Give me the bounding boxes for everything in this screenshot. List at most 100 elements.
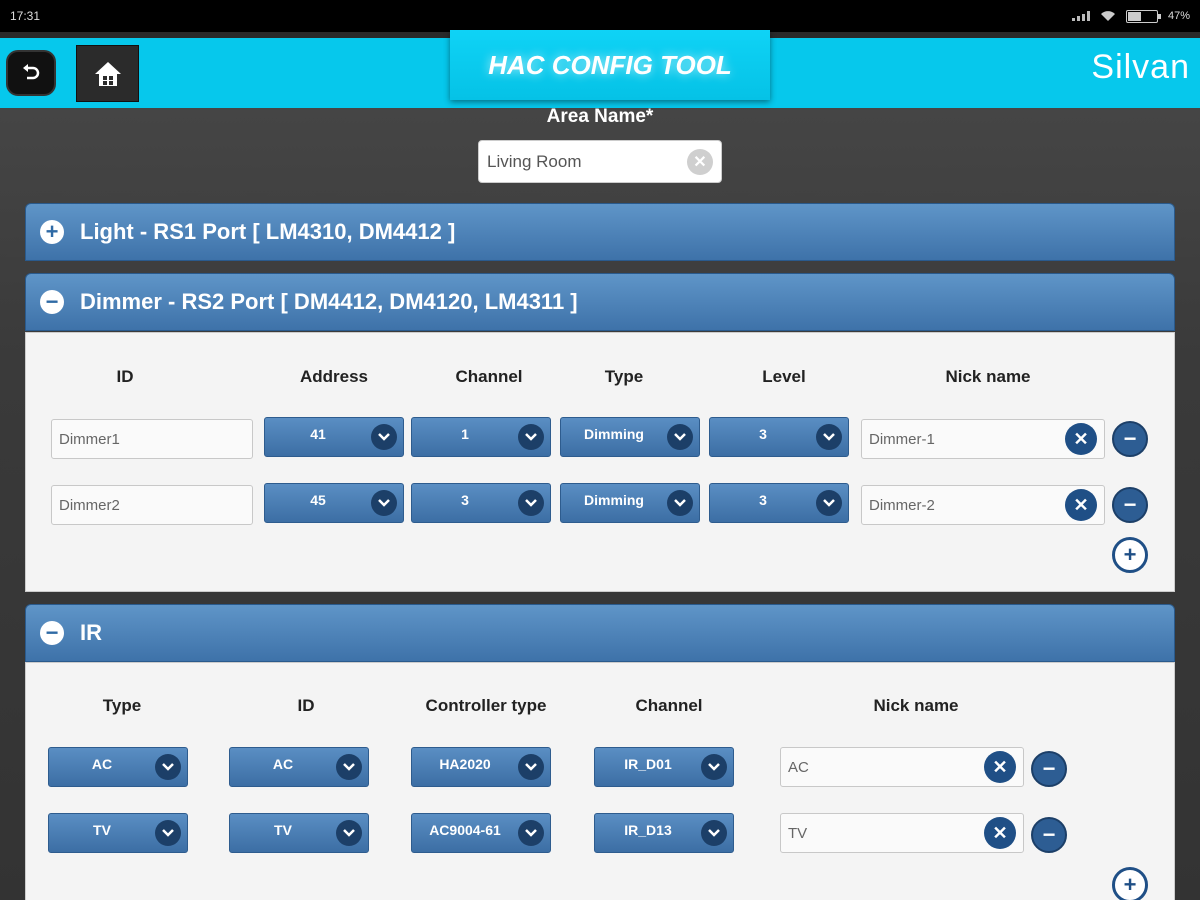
col-nickname: Nick name — [945, 367, 1031, 386]
ir-panel-body: Type ID Controller type Channel Nick nam… — [25, 662, 1175, 900]
chevron-down-icon — [816, 424, 842, 450]
ir-nickname-field[interactable]: AC ✕ — [780, 747, 1024, 787]
select-value: 3 — [759, 492, 767, 508]
type-select[interactable]: Dimming — [560, 417, 700, 457]
chevron-down-icon — [155, 754, 181, 780]
ir-type-select[interactable]: TV — [48, 813, 188, 853]
status-time: 17:31 — [10, 9, 41, 23]
address-select[interactable]: 41 — [264, 417, 404, 457]
back-arrow-icon — [23, 64, 40, 80]
add-row-button[interactable]: + — [1112, 537, 1148, 573]
remove-row-button[interactable]: − — [1031, 751, 1067, 787]
select-value: 3 — [759, 426, 767, 442]
dimmer-id-field[interactable]: Dimmer2 — [51, 485, 253, 525]
chevron-down-icon — [155, 820, 181, 846]
plus-icon: + — [1123, 542, 1137, 567]
area-name-value: Living Room — [487, 151, 582, 171]
ir-id-select[interactable]: TV — [229, 813, 369, 853]
ir-nickname-field[interactable]: TV ✕ — [780, 813, 1024, 853]
field-value: TV — [788, 824, 808, 842]
chevron-down-icon — [336, 820, 362, 846]
level-select[interactable]: 3 — [709, 483, 849, 523]
nickname-field[interactable]: Dimmer-2 ✕ — [861, 485, 1105, 525]
select-value: TV — [93, 822, 111, 838]
minus-icon: − — [1123, 492, 1137, 517]
dimmer-id-field[interactable]: Dimmer1 — [51, 419, 253, 459]
light-panel-title: Light - RS1 Port [ LM4310, DM4412 ] — [80, 219, 456, 244]
type-select[interactable]: Dimming — [560, 483, 700, 523]
area-name-label: Area Name* — [546, 106, 654, 127]
col-address: Address — [299, 367, 369, 386]
select-value: AC — [272, 756, 294, 772]
chevron-down-icon — [816, 490, 842, 516]
ir-channel-select[interactable]: IR_D01 — [594, 747, 734, 787]
col-level: Level — [762, 367, 806, 386]
field-value: Dimmer2 — [59, 496, 120, 514]
select-value: AC9004-61 — [429, 822, 501, 838]
app-title-tab: HAC CONFIG TOOL — [450, 30, 770, 100]
controller-type-select[interactable]: HA2020 — [411, 747, 551, 787]
area-name-input[interactable]: Living Room ✕ — [478, 140, 722, 183]
minus-icon: − — [1042, 756, 1056, 781]
back-button[interactable] — [6, 50, 56, 96]
select-value: 45 — [310, 492, 326, 508]
field-value: Dimmer1 — [59, 430, 120, 448]
remove-row-button[interactable]: − — [1031, 817, 1067, 853]
select-value: Dimming — [584, 492, 644, 508]
home-icon — [94, 61, 121, 86]
wifi-icon — [1100, 11, 1115, 21]
channel-select[interactable]: 3 — [411, 483, 551, 523]
battery-level: 47% — [1167, 10, 1190, 22]
ir-type-select[interactable]: AC — [48, 747, 188, 787]
dimmer-panel-body: ID Address Channel Type Level Nick name … — [25, 332, 1175, 592]
level-select[interactable]: 3 — [709, 417, 849, 457]
chevron-down-icon — [518, 754, 544, 780]
channel-select[interactable]: 1 — [411, 417, 551, 457]
chevron-down-icon — [701, 754, 727, 780]
add-row-button[interactable]: + — [1112, 867, 1148, 900]
minus-icon: − — [1123, 426, 1137, 451]
signal-icon — [1071, 11, 1090, 21]
ir-id-select[interactable]: AC — [229, 747, 369, 787]
remove-row-button[interactable]: − — [1112, 487, 1148, 523]
ir-channel-select[interactable]: IR_D13 — [594, 813, 734, 853]
remove-row-button[interactable]: − — [1112, 421, 1148, 457]
close-icon[interactable]: ✕ — [1065, 423, 1097, 455]
ir-panel-title: IR — [80, 620, 102, 645]
col-id: ID — [116, 367, 134, 386]
select-value: HA2020 — [439, 756, 491, 772]
close-icon[interactable]: ✕ — [1065, 489, 1097, 521]
expand-icon: + — [40, 220, 64, 244]
field-value: Dimmer-2 — [869, 496, 935, 514]
chevron-down-icon — [518, 424, 544, 450]
chevron-down-icon — [371, 490, 397, 516]
controller-type-select[interactable]: AC9004-61 — [411, 813, 551, 853]
select-value: 1 — [461, 426, 469, 442]
chevron-down-icon — [701, 820, 727, 846]
col-type: Type — [102, 696, 142, 715]
field-value: Dimmer-1 — [869, 430, 935, 448]
nickname-field[interactable]: Dimmer-1 ✕ — [861, 419, 1105, 459]
close-icon[interactable]: ✕ — [984, 817, 1016, 849]
chevron-down-icon — [371, 424, 397, 450]
chevron-down-icon — [667, 490, 693, 516]
home-button[interactable] — [76, 45, 139, 102]
app-title: HAC CONFIG TOOL — [488, 49, 732, 80]
light-panel-header[interactable]: + Light - RS1 Port [ LM4310, DM4412 ] — [25, 203, 1175, 261]
address-select[interactable]: 45 — [264, 483, 404, 523]
close-icon[interactable]: ✕ — [984, 751, 1016, 783]
battery-icon — [1125, 9, 1161, 23]
status-icons: 47% — [1071, 9, 1190, 23]
dimmer-panel-header[interactable]: − Dimmer - RS2 Port [ DM4412, DM4120, LM… — [25, 273, 1175, 331]
dimmer-panel-title: Dimmer - RS2 Port [ DM4412, DM4120, LM43… — [80, 289, 578, 314]
collapse-icon: − — [40, 621, 64, 645]
minus-icon: − — [1042, 822, 1056, 847]
clear-icon[interactable]: ✕ — [687, 148, 713, 175]
select-value: 3 — [461, 492, 469, 508]
col-channel: Channel — [455, 367, 523, 386]
col-channel: Channel — [635, 696, 703, 715]
ir-panel-header[interactable]: − IR — [25, 604, 1175, 662]
chevron-down-icon — [667, 424, 693, 450]
collapse-icon: − — [40, 290, 64, 314]
chevron-down-icon — [518, 490, 544, 516]
